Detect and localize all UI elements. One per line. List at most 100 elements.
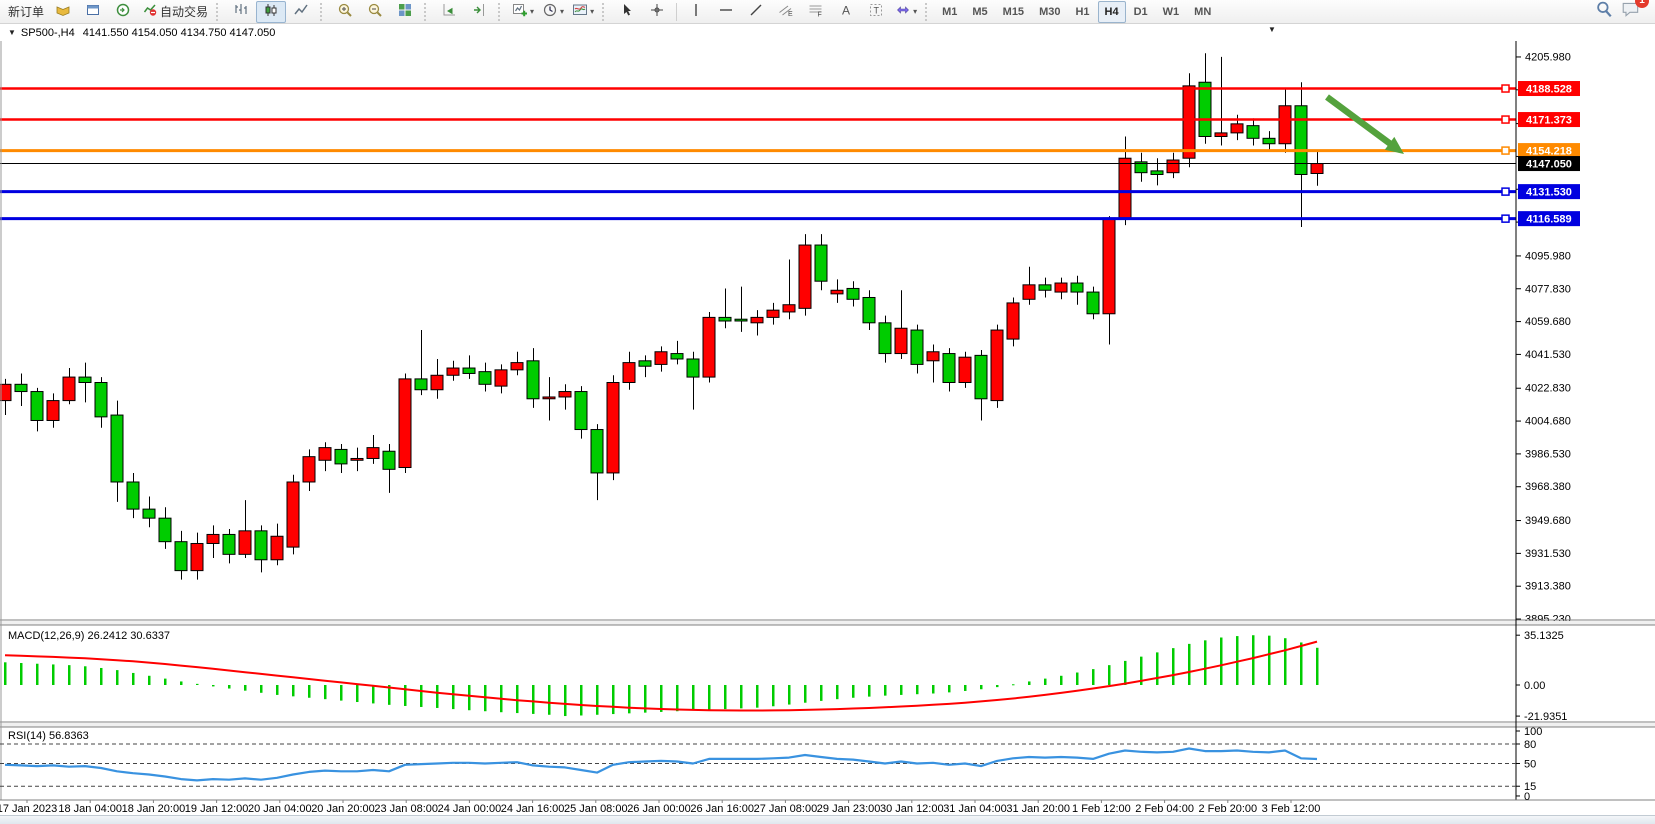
bar-chart-icon (233, 2, 249, 21)
timeframe-D1[interactable]: D1 (1127, 1, 1155, 23)
svg-text:4116.589: 4116.589 (1526, 214, 1571, 226)
arrows-icon (895, 2, 911, 21)
dropdown-caret-icon: ▾ (560, 8, 564, 16)
svg-text:4004.680: 4004.680 (1525, 416, 1571, 428)
dropdown-caret-icon: ▾ (530, 8, 534, 16)
crosshair-button[interactable] (642, 1, 672, 23)
crosshair-icon (649, 2, 665, 21)
chart-title-strip: ▼ SP500-,H4 4141.550 4154.050 4134.750 4… (0, 24, 1655, 41)
svg-text:18 Jan 20:00: 18 Jan 20:00 (122, 803, 186, 815)
line-chart-button[interactable] (286, 1, 316, 23)
equidistant-channel-button[interactable]: E (771, 1, 801, 23)
svg-text:3986.530: 3986.530 (1525, 448, 1571, 460)
candlestick-chart-button[interactable] (256, 1, 286, 23)
svg-text:F: F (818, 12, 822, 19)
navigator-icon (115, 2, 131, 21)
line-chart-icon (293, 2, 309, 21)
timeframe-W1[interactable]: W1 (1156, 1, 1187, 23)
template-button[interactable]: ▾ (568, 1, 598, 23)
price-chart[interactable]: 4205.9804187.8304169.1304150.9804132.830… (0, 0, 1655, 824)
svg-text:3949.680: 3949.680 (1525, 515, 1571, 527)
chart-ohlc-values: 4141.550 4154.050 4134.750 4147.050 (83, 27, 276, 39)
text-button[interactable]: A (831, 1, 861, 23)
svg-text:18 Jan 04:00: 18 Jan 04:00 (58, 803, 122, 815)
new-order-button[interactable]: 新订单 (4, 1, 48, 23)
toolbar-separator (320, 3, 326, 21)
svg-text:3931.530: 3931.530 (1525, 548, 1571, 560)
chart-shift-button[interactable] (464, 1, 494, 23)
timeframe-M30[interactable]: M30 (1032, 1, 1067, 23)
svg-text:80: 80 (1524, 739, 1536, 751)
svg-text:4077.830: 4077.830 (1525, 283, 1571, 295)
auto-trading-button[interactable]: 自动交易 (138, 1, 212, 23)
svg-text:27 Jan 08:00: 27 Jan 08:00 (754, 803, 818, 815)
tile-windows-icon (397, 2, 413, 21)
timeframe-H1[interactable]: H1 (1068, 1, 1096, 23)
svg-text:4041.530: 4041.530 (1525, 349, 1571, 361)
vertical-line-button[interactable] (681, 1, 711, 23)
svg-text:24 Jan 16:00: 24 Jan 16:00 (501, 803, 565, 815)
period-button[interactable]: ▾ (538, 1, 568, 23)
notifications-button[interactable]: 1 (1621, 0, 1641, 23)
svg-text:31 Jan 04:00: 31 Jan 04:00 (943, 803, 1007, 815)
new-chart-icon (512, 2, 528, 21)
clock-icon (542, 2, 558, 21)
trendline-button[interactable] (741, 1, 771, 23)
scroll-to-end-marker[interactable]: ▼ (1268, 25, 1276, 34)
svg-text:1 Feb 12:00: 1 Feb 12:00 (1072, 803, 1131, 815)
fibonacci-icon: F (808, 2, 824, 21)
data-window-icon (85, 2, 101, 21)
timeframe-M5[interactable]: M5 (965, 1, 994, 23)
svg-text:20 Jan 20:00: 20 Jan 20:00 (311, 803, 375, 815)
arrows-button[interactable]: ▾ (891, 1, 921, 23)
status-bar (0, 815, 1655, 824)
svg-text:3968.380: 3968.380 (1525, 481, 1571, 493)
svg-text:100: 100 (1524, 726, 1542, 738)
auto-scroll-button[interactable] (434, 1, 464, 23)
auto-trading-label: 自动交易 (160, 3, 208, 20)
svg-text:3913.380: 3913.380 (1525, 581, 1571, 593)
svg-text:26 Jan 16:00: 26 Jan 16:00 (690, 803, 754, 815)
timeframe-H4[interactable]: H4 (1098, 1, 1126, 23)
market-watch-button[interactable] (48, 1, 78, 23)
svg-text:0: 0 (1524, 791, 1530, 803)
data-window-button[interactable] (78, 1, 108, 23)
svg-text:20 Jan 04:00: 20 Jan 04:00 (248, 803, 312, 815)
svg-text:4131.530: 4131.530 (1526, 187, 1572, 199)
search-icon[interactable] (1595, 0, 1613, 23)
cursor-button[interactable] (612, 1, 642, 23)
dropdown-caret-icon: ▾ (913, 8, 917, 16)
dropdown-caret-icon: ▾ (590, 8, 594, 16)
bar-chart-button[interactable] (226, 1, 256, 23)
zoom-in-button[interactable] (330, 1, 360, 23)
horizontal-line-button[interactable] (711, 1, 741, 23)
tile-windows-button[interactable] (390, 1, 420, 23)
new-chart-button[interactable]: ▾ (508, 1, 538, 23)
svg-text:26 Jan 00:00: 26 Jan 00:00 (627, 803, 691, 815)
timeframe-M1[interactable]: M1 (935, 1, 964, 23)
chat-icon (1621, 5, 1641, 22)
svg-text:-21.9351: -21.9351 (1524, 711, 1567, 723)
svg-text:31 Jan 20:00: 31 Jan 20:00 (1006, 803, 1070, 815)
main-toolbar: 新订单 自动交易 ▾ ▾ ▾ E F A T ▾ M (0, 0, 1655, 24)
fibonacci-button[interactable]: F (801, 1, 831, 23)
text-label-button[interactable]: T (861, 1, 891, 23)
zoom-in-icon (337, 2, 353, 21)
toolbar-separator (216, 3, 222, 21)
navigator-button[interactable] (108, 1, 138, 23)
svg-text:T: T (874, 6, 880, 16)
horizontal-line-icon (718, 2, 734, 21)
zoom-out-button[interactable] (360, 1, 390, 23)
chart-collapse-icon[interactable]: ▼ (8, 28, 16, 37)
svg-text:24 Jan 00:00: 24 Jan 00:00 (438, 803, 502, 815)
svg-text:4154.218: 4154.218 (1526, 146, 1572, 158)
timeframe-MN[interactable]: MN (1187, 1, 1218, 23)
auto-trading-icon (142, 2, 158, 21)
svg-text:50: 50 (1524, 758, 1536, 770)
chart-background (0, 24, 1655, 815)
toolbar-separator (424, 3, 430, 21)
text-icon: A (838, 2, 854, 21)
timeframe-M15[interactable]: M15 (996, 1, 1031, 23)
text-label-icon: T (868, 2, 884, 21)
toolbar-right-group: 1 (1595, 0, 1651, 23)
